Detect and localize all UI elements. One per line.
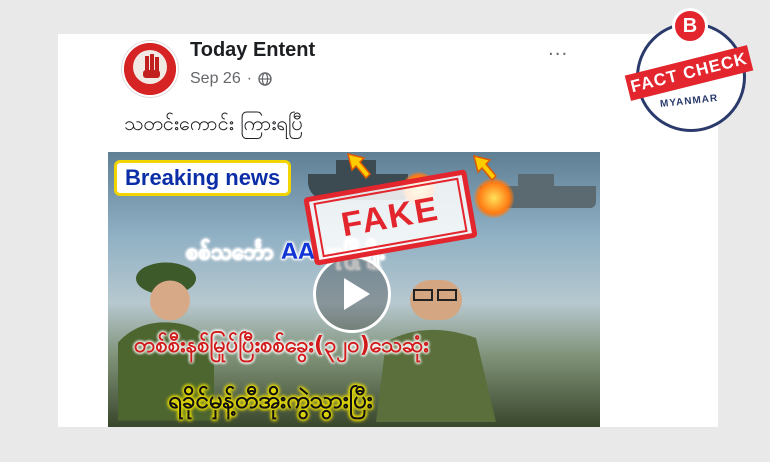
badge-logo-icon: B <box>672 8 708 44</box>
page-name[interactable]: Today Entent <box>190 39 315 62</box>
breaking-news-label: Breaking news <box>114 160 292 196</box>
warship-image-right-tower <box>518 174 554 188</box>
avatar-logo-icon <box>124 43 176 95</box>
post-meta: Sep 26 · <box>190 70 272 88</box>
arrow-icon <box>472 154 498 182</box>
post-date[interactable]: Sep 26 <box>190 70 241 88</box>
post-caption: သတင်းကောင်း ကြားရပြီ <box>124 111 303 135</box>
more-options-icon[interactable]: ··· <box>548 44 568 65</box>
headline-line-3: ရခိုင်မှန့်တီအိုးကွဲသွားပြီး <box>168 386 373 414</box>
globe-icon <box>258 72 272 86</box>
play-icon[interactable] <box>313 255 391 333</box>
fact-check-badge: B FACT CHECK MYANMAR <box>624 8 754 132</box>
explosion-icon <box>474 178 514 218</box>
dot-separator: · <box>246 70 253 87</box>
headline-line-2: တစ်စီးနစ်မြုပ်ပြီးစစ်ခွေး(၃၂၀)သေဆုံး <box>134 333 429 358</box>
page-avatar[interactable] <box>122 41 178 97</box>
arrow-icon <box>346 152 372 180</box>
